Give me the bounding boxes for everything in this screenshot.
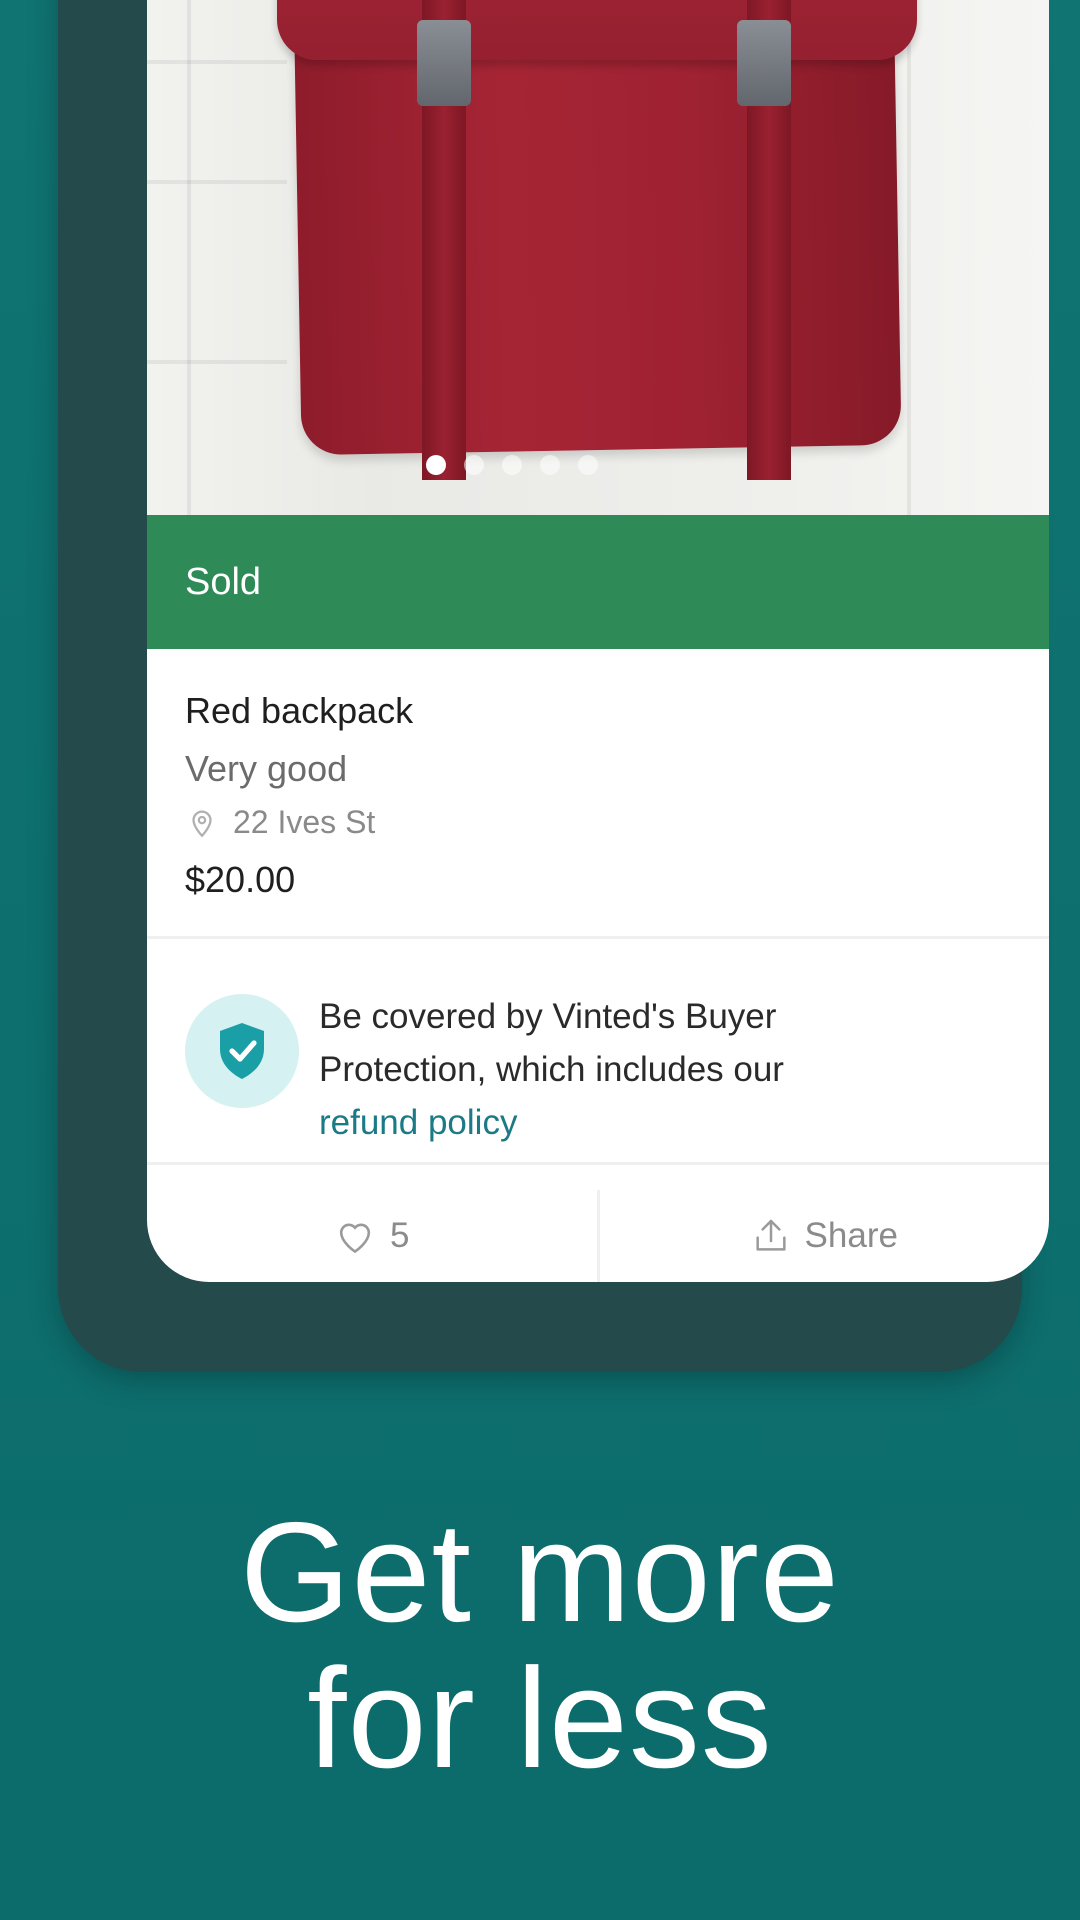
listing-price: $20.00 (185, 859, 296, 900)
phone-frame: Sold Red backpack Very good 22 Ives St $… (58, 0, 1049, 1372)
heart-icon (339, 1223, 371, 1254)
location-pin-icon (192, 810, 212, 837)
share-button[interactable]: Share (600, 1190, 1050, 1282)
action-bar: 5 Share (147, 1190, 1049, 1282)
shield-check-icon (185, 994, 299, 1108)
protection-text: Be covered by Vinted's Buyer Protection,… (319, 997, 784, 1089)
share-icon (755, 1219, 786, 1251)
favorite-button[interactable]: 5 (147, 1190, 597, 1282)
refund-policy-link[interactable]: refund policy (319, 1096, 879, 1149)
listing-location: 22 Ives St (185, 804, 413, 841)
pager-dot[interactable] (502, 455, 522, 475)
share-label: Share (804, 1216, 898, 1255)
divider (147, 936, 1049, 939)
pager-dot[interactable] (464, 455, 484, 475)
listing-title: Red backpack (185, 690, 414, 731)
phone-screen: Sold Red backpack Very good 22 Ives St $… (147, 0, 1049, 1282)
photo-pager[interactable] (147, 455, 963, 475)
pager-dot[interactable] (426, 455, 446, 475)
promo-headline: Get more for less (0, 1500, 1080, 1792)
favorites-count: 5 (390, 1216, 410, 1255)
pager-dot[interactable] (540, 455, 560, 475)
headline-line-2: for less (307, 1639, 773, 1798)
sold-label: Sold (185, 560, 262, 603)
divider (147, 1162, 1049, 1165)
listing-condition: Very good (185, 748, 348, 789)
product-photo[interactable] (147, 0, 1049, 515)
listing-details: Red backpack Very good 22 Ives St $20.00 (185, 690, 413, 901)
location-text: 22 Ives St (233, 804, 376, 840)
sold-status-bar: Sold (147, 515, 1049, 649)
buyer-protection: Be covered by Vinted's Buyer Protection,… (185, 990, 879, 1149)
pager-dot[interactable] (578, 455, 598, 475)
headline-line-1: Get more (240, 1493, 840, 1652)
